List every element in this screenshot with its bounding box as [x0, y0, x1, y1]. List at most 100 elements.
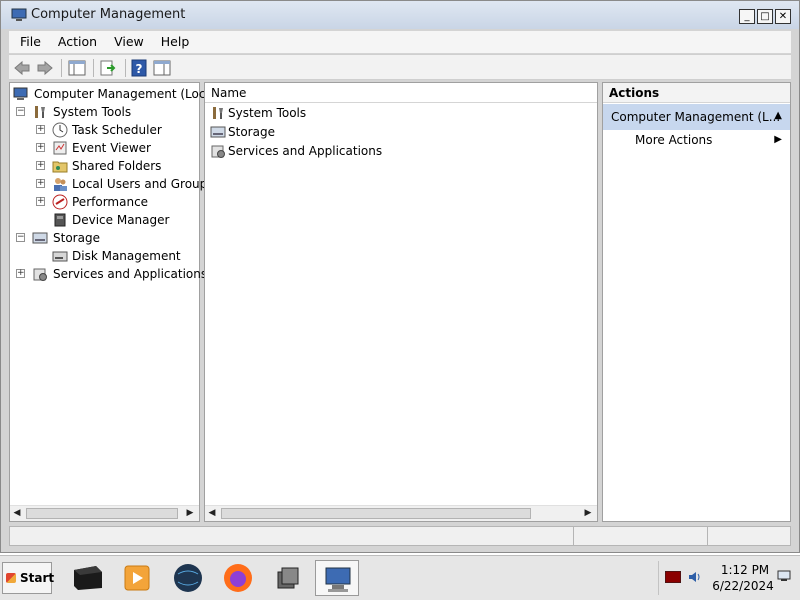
scroll-right-button[interactable]: ▶: [581, 506, 595, 521]
help-icon[interactable]: ?: [130, 59, 148, 77]
tree-item-label: Performance: [72, 195, 149, 209]
tree-item-label: Local Users and Groups: [72, 177, 214, 191]
tree-item-label: Shared Folders: [72, 159, 162, 173]
scroll-thumb[interactable]: [26, 508, 178, 519]
taskbar-app-computer-management[interactable]: [315, 560, 359, 596]
more-actions-label: More Actions: [635, 133, 713, 147]
services-applications-icon: [211, 145, 225, 158]
task-scheduler-icon: [52, 122, 68, 138]
window-switcher-icon: [277, 567, 299, 589]
system-tray: 1:12 PM 6/22/2024: [658, 561, 794, 595]
list-item-label: Storage: [228, 125, 275, 139]
tree-item-label: Task Scheduler: [72, 123, 162, 137]
computer-management-window: Computer Management _ □ ✕ File Action View…: [0, 0, 800, 553]
expand-icon[interactable]: +: [16, 269, 25, 278]
expand-icon[interactable]: +: [36, 197, 45, 206]
list-horizontal-scrollbar[interactable]: ◀ ▶: [205, 505, 597, 521]
expand-icon[interactable]: +: [36, 161, 45, 170]
taskbar-app-terminal[interactable]: [66, 560, 110, 596]
column-header-name[interactable]: Name: [205, 83, 597, 103]
clock-time[interactable]: 1:12 PM: [715, 563, 775, 577]
start-button[interactable]: Start: [2, 562, 55, 594]
tree-item-event-viewer[interactable]: + Event Viewer: [10, 139, 199, 157]
computer-management-icon: [325, 567, 351, 592]
device-manager-icon: [54, 213, 66, 227]
computer-management-icon: [11, 8, 27, 21]
tree-root-computer-management[interactable]: Computer Management (Local: [10, 85, 216, 103]
taskbar-app-firefox[interactable]: [216, 560, 260, 596]
title-bar[interactable]: Computer Management _ □ ✕: [1, 1, 799, 29]
media-player-icon: [124, 565, 150, 591]
tree-item-performance[interactable]: + Performance: [10, 193, 199, 211]
result-list-pane: Name System Tools Storage Services and A…: [204, 82, 598, 522]
show-hide-action-pane-icon[interactable]: [153, 59, 171, 77]
tree-item-storage[interactable]: − Storage: [10, 229, 199, 247]
collapse-icon[interactable]: −: [16, 107, 25, 116]
list-item-label: Services and Applications: [228, 144, 383, 158]
battery-icon[interactable]: [665, 571, 681, 583]
list-item-label: System Tools: [228, 106, 307, 120]
close-button[interactable]: ✕: [775, 9, 791, 24]
show-hide-console-tree-icon[interactable]: [68, 59, 86, 77]
taskbar-app-media-player[interactable]: [115, 560, 159, 596]
forward-arrow-icon[interactable]: [36, 59, 54, 77]
start-label: Start: [20, 571, 55, 585]
shared-folders-icon: [52, 161, 68, 173]
actions-section-computer-management[interactable]: Computer Management (L... ▲: [603, 104, 790, 130]
tree-horizontal-scrollbar[interactable]: ◀ ▶: [10, 505, 199, 521]
tree-item-task-scheduler[interactable]: + Task Scheduler: [10, 121, 199, 139]
menu-action[interactable]: Action: [58, 31, 97, 49]
menu-view[interactable]: View: [114, 31, 144, 49]
tree-item-label: Services and Applications: [53, 267, 208, 281]
taskbar-app-globe[interactable]: [166, 560, 210, 596]
collapse-icon[interactable]: −: [16, 233, 25, 242]
storage-icon: [32, 232, 48, 244]
scroll-thumb[interactable]: [221, 508, 531, 519]
back-arrow-icon[interactable]: [13, 59, 31, 77]
minimize-button[interactable]: _: [739, 9, 755, 24]
scroll-right-button[interactable]: ▶: [183, 506, 197, 521]
menu-file[interactable]: File: [20, 31, 41, 49]
window-title: Computer Management: [31, 7, 186, 22]
expand-icon[interactable]: +: [36, 125, 45, 134]
actions-header: Actions: [603, 83, 790, 103]
menu-bar: File Action View Help: [9, 31, 791, 53]
tree-item-services-applications[interactable]: + Services and Applications: [10, 265, 207, 283]
tree-item-disk-management[interactable]: Disk Management: [10, 247, 199, 265]
local-users-icon: [54, 178, 67, 191]
computer-management-icon: [13, 87, 28, 100]
actions-pane: Actions Computer Management (L... ▲ More…: [602, 82, 791, 522]
tree-item-device-manager[interactable]: Device Manager: [10, 211, 199, 229]
clock-date[interactable]: 6/22/2024: [711, 579, 775, 593]
menu-help[interactable]: Help: [161, 31, 190, 49]
start-logo-icon: [6, 573, 16, 583]
collapse-arrow-icon[interactable]: ▲: [774, 110, 782, 121]
scroll-left-button[interactable]: ◀: [10, 506, 24, 521]
actions-title: Actions: [609, 86, 660, 100]
tree-item-label: Disk Management: [72, 249, 181, 263]
scroll-left-button[interactable]: ◀: [205, 506, 219, 521]
tree-item-label: Event Viewer: [72, 141, 151, 155]
expand-icon[interactable]: +: [36, 143, 45, 152]
services-applications-icon: [33, 268, 47, 281]
taskbar-app-windows[interactable]: [266, 560, 310, 596]
tree-item-label: Storage: [53, 231, 100, 245]
storage-icon: [210, 126, 226, 138]
export-list-icon[interactable]: [99, 59, 117, 77]
more-actions-item[interactable]: More Actions ▶: [603, 131, 790, 153]
svg-text:?: ?: [136, 62, 143, 76]
maximize-button[interactable]: □: [757, 9, 773, 24]
column-name-label: Name: [211, 86, 247, 100]
tree-item-system-tools[interactable]: − System Tools: [10, 103, 199, 121]
system-tools-icon: [35, 106, 45, 118]
actions-section-label: Computer Management (L...: [611, 110, 781, 124]
system-tools-icon: [213, 107, 223, 119]
expand-icon[interactable]: +: [36, 179, 45, 188]
tree-item-local-users-groups[interactable]: + Local Users and Groups: [10, 175, 214, 193]
tree-item-label: System Tools: [53, 105, 132, 119]
tree-item-shared-folders[interactable]: + Shared Folders: [10, 157, 199, 175]
speaker-icon[interactable]: [687, 569, 703, 585]
network-icon[interactable]: [777, 569, 791, 583]
event-viewer-icon: [53, 141, 67, 155]
terminal-icon: [74, 566, 102, 590]
